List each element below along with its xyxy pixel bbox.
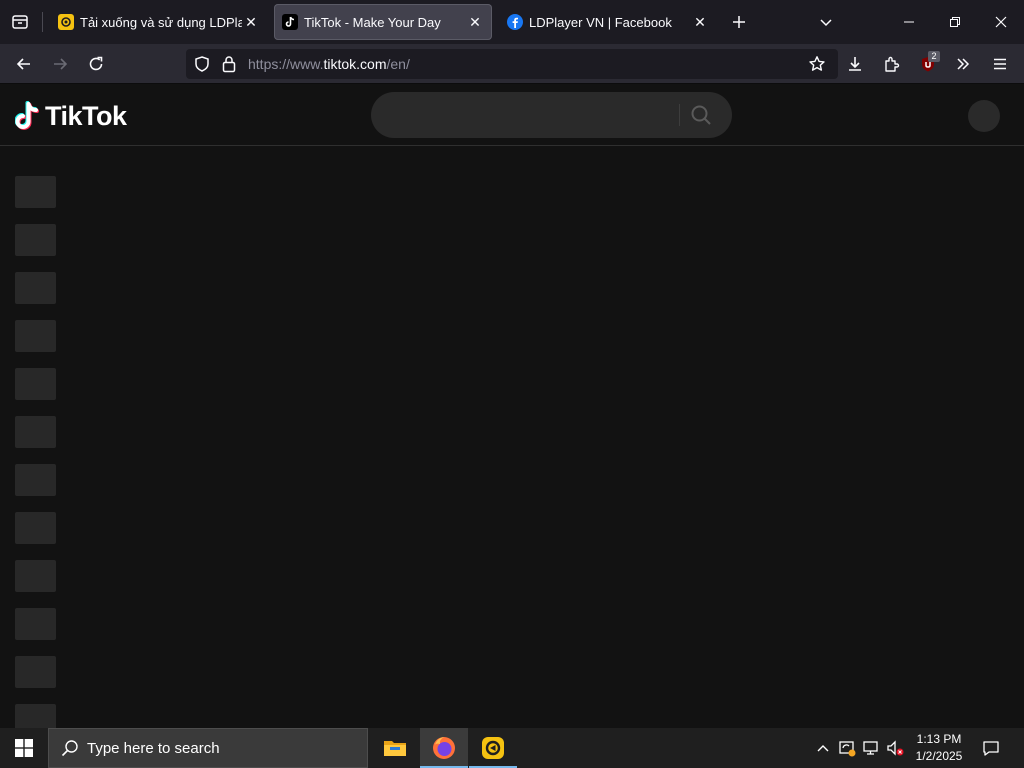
tiktok-search-button[interactable] — [689, 103, 713, 127]
skeleton-placeholder — [15, 608, 56, 640]
bookmark-star-button[interactable] — [801, 48, 833, 80]
restore-button[interactable] — [932, 0, 978, 44]
reload-button[interactable] — [80, 48, 112, 80]
tiktok-search-bar[interactable] — [371, 92, 732, 138]
ldplayer-button[interactable] — [469, 728, 517, 768]
close-tab-icon[interactable]: ✕ — [242, 13, 260, 31]
url-text[interactable]: https://www.tiktok.com/en/ — [248, 56, 410, 72]
more-tools-button[interactable] — [947, 48, 979, 80]
address-bar[interactable]: https://www.tiktok.com/en/ — [186, 49, 838, 79]
ublock-origin-button[interactable]: 2 — [913, 48, 945, 80]
clock-time: 1:13 PM — [916, 732, 962, 746]
restore-icon — [950, 17, 960, 27]
list-all-tabs-button[interactable] — [8, 10, 32, 34]
taskbar-clock[interactable]: 1:13 PM 1/2/2025 — [906, 731, 972, 765]
extension-badge: 2 — [928, 51, 940, 62]
skeleton-placeholder — [15, 512, 56, 544]
tiktok-logo[interactable]: TikTok — [15, 99, 127, 133]
search-icon — [691, 105, 711, 125]
tiktok-icon — [282, 14, 298, 30]
start-button[interactable] — [0, 728, 48, 768]
notifications-button[interactable] — [978, 728, 1004, 768]
skeleton-placeholder — [15, 416, 56, 448]
ldplayer-icon — [482, 737, 504, 759]
show-hidden-icons-button[interactable] — [812, 728, 834, 768]
downloads-button[interactable] — [839, 48, 871, 80]
file-explorer-button[interactable] — [371, 728, 419, 768]
notification-icon — [983, 741, 999, 756]
close-tab-icon[interactable]: ✕ — [691, 13, 709, 31]
folder-icon — [384, 741, 406, 756]
firefox-button[interactable] — [420, 728, 468, 768]
forward-button[interactable] — [44, 48, 76, 80]
tab-overflow-button[interactable] — [803, 0, 849, 44]
speaker-muted-icon — [887, 740, 904, 756]
tab-separator — [42, 12, 43, 32]
facebook-icon — [507, 14, 523, 30]
reload-icon — [89, 56, 103, 71]
skeleton-placeholder — [15, 560, 56, 592]
volume-tray-icon[interactable] — [884, 728, 906, 768]
skeleton-placeholder — [15, 320, 56, 352]
minimize-icon — [904, 21, 914, 23]
tiktok-note-icon — [15, 101, 39, 130]
sidebar-skeleton — [15, 176, 56, 752]
tab-ldplayer-download[interactable]: Tải xuống và sử dụng LDPlayer ✕ — [50, 4, 268, 40]
puzzle-piece-icon — [885, 56, 900, 72]
network-tray-icon[interactable] — [860, 728, 882, 768]
skeleton-placeholder — [15, 224, 56, 256]
tiktok-wordmark: TikTok — [45, 100, 127, 131]
skeleton-placeholder — [15, 464, 56, 496]
close-icon — [995, 16, 1007, 28]
app-menu-button[interactable] — [984, 48, 1016, 80]
plus-icon — [733, 16, 745, 28]
tab-title: TikTok - Make Your Day — [304, 14, 441, 30]
chevron-down-icon — [820, 19, 832, 27]
taskbar-search-box[interactable]: Type here to search — [48, 728, 368, 768]
avatar-placeholder[interactable] — [968, 100, 1000, 132]
windows-taskbar: Type here to search 1:13 PM 1/2/2025 — [0, 728, 1024, 768]
star-icon — [809, 56, 825, 71]
tab-facebook[interactable]: LDPlayer VN | Facebook ✕ — [499, 4, 717, 40]
taskbar-search-placeholder: Type here to search — [87, 739, 220, 757]
tab-list-icon — [12, 15, 28, 29]
arrow-left-icon — [16, 58, 30, 70]
windows-logo-icon — [15, 739, 33, 757]
arrow-right-icon — [54, 58, 68, 70]
extensions-button[interactable] — [876, 48, 908, 80]
tiktok-search-input[interactable] — [387, 104, 667, 126]
update-tray-icon[interactable] — [836, 728, 858, 768]
browser-tab-strip: Tải xuống và sử dụng LDPlayer ✕ TikTok -… — [0, 0, 1024, 44]
double-chevron-right-icon — [957, 58, 970, 70]
search-icon — [61, 739, 79, 757]
search-divider — [679, 104, 680, 126]
tab-title: LDPlayer VN | Facebook — [529, 14, 672, 30]
minimize-button[interactable] — [886, 0, 932, 44]
ldplayer-icon — [58, 14, 74, 30]
navigation-toolbar: https://www.tiktok.com/en/ 2 — [0, 44, 1024, 84]
skeleton-placeholder — [15, 272, 56, 304]
tiktok-header: TikTok — [0, 84, 1024, 146]
tiktok-page: TikTok — [0, 84, 1024, 736]
clock-date: 1/2/2025 — [915, 749, 963, 763]
close-tab-icon[interactable]: ✕ — [466, 13, 484, 31]
skeleton-placeholder — [15, 368, 56, 400]
back-button[interactable] — [8, 48, 40, 80]
hamburger-menu-icon — [994, 58, 1006, 70]
skeleton-placeholder — [15, 656, 56, 688]
lock-icon[interactable] — [221, 55, 237, 78]
firefox-icon — [433, 737, 455, 759]
tab-title: Tải xuống và sử dụng LDPlayer — [80, 14, 242, 30]
chevron-up-icon — [817, 745, 829, 752]
skeleton-placeholder — [15, 176, 56, 208]
close-window-button[interactable] — [978, 0, 1024, 44]
tracking-protection-shield-icon[interactable] — [193, 55, 211, 78]
network-icon — [863, 741, 878, 755]
sync-warning-icon — [839, 741, 856, 757]
tab-tiktok[interactable]: TikTok - Make Your Day ✕ — [274, 4, 492, 40]
new-tab-button[interactable] — [716, 0, 762, 44]
download-icon — [849, 57, 861, 71]
